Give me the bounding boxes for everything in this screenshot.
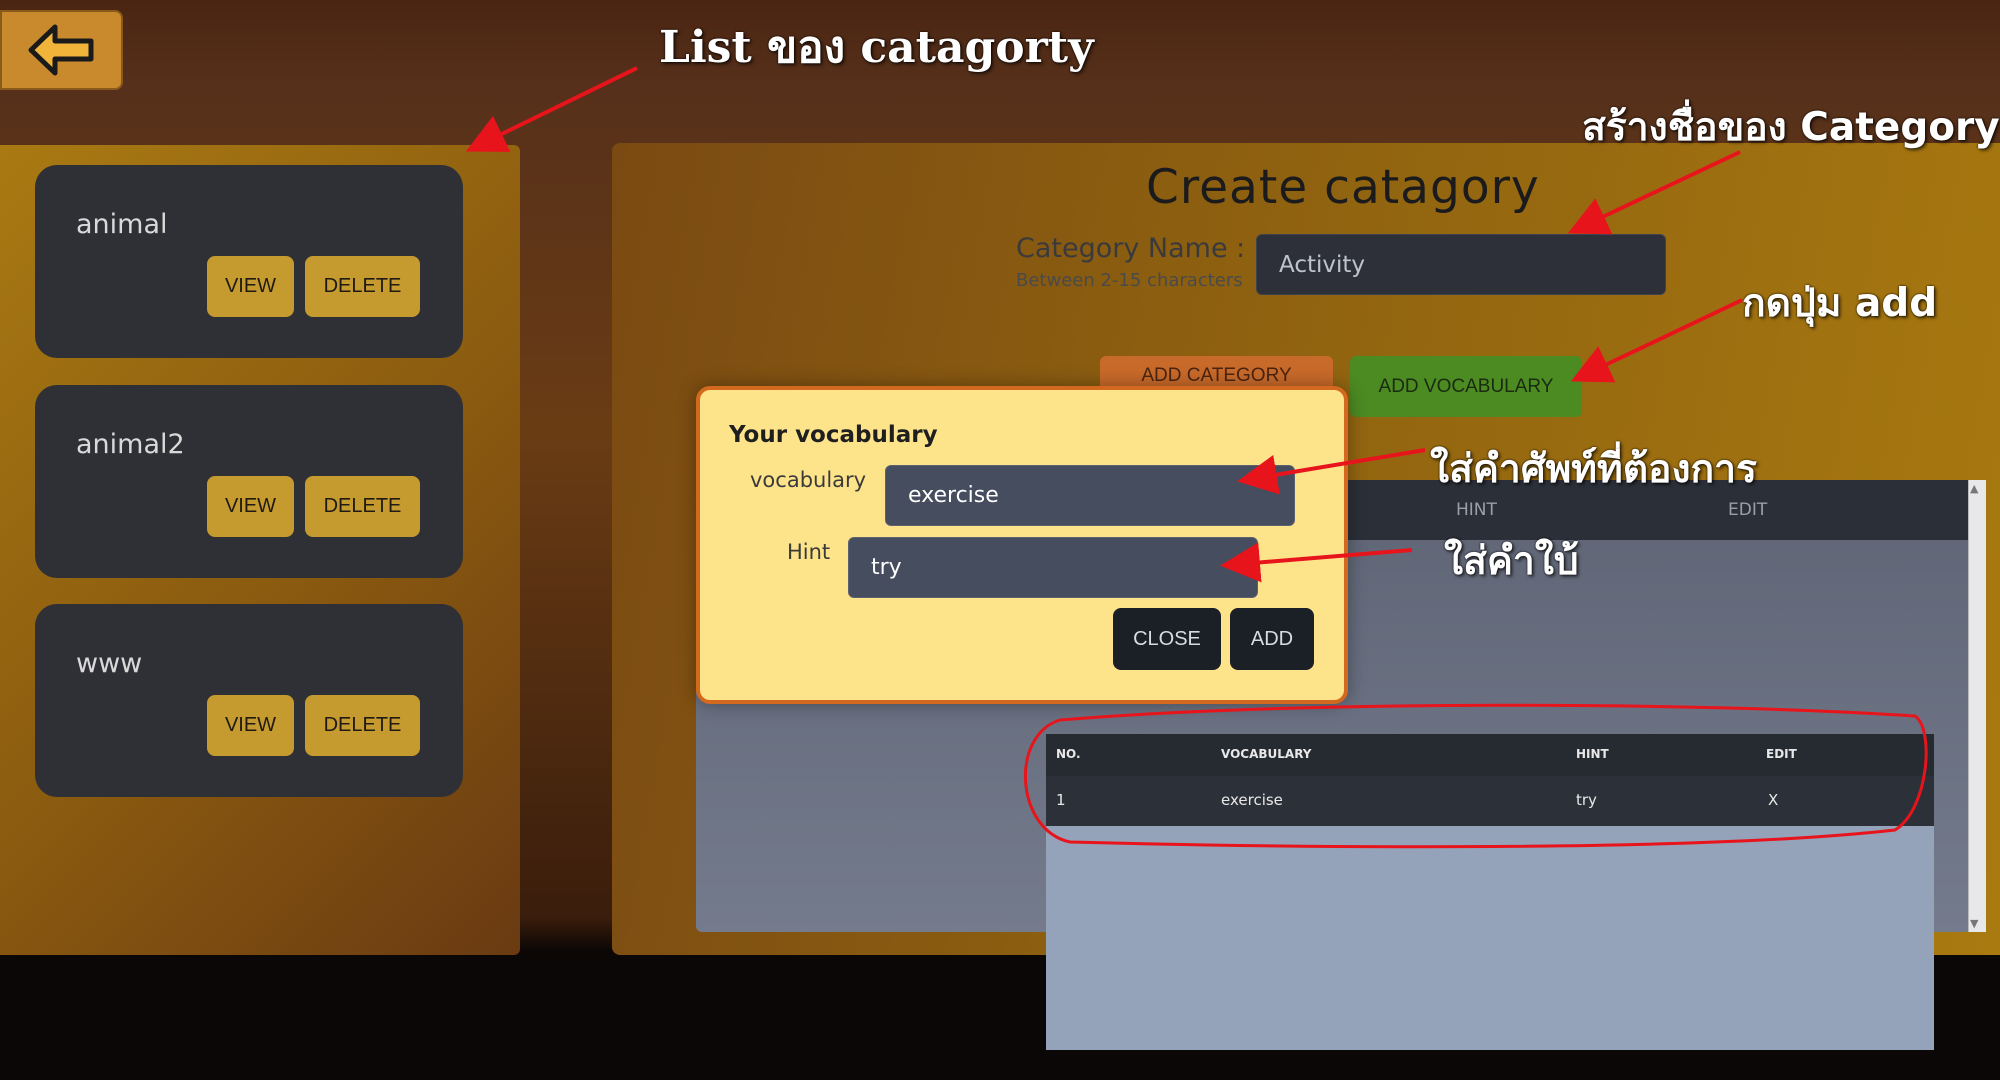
annotation-press-add: กดปุ่ม add: [1742, 281, 1938, 326]
cell-vocabulary: exercise: [1221, 791, 1283, 809]
header-edit: EDIT: [1766, 747, 1797, 761]
arrow-left-icon: [28, 24, 93, 76]
view-button[interactable]: VIEW: [207, 476, 294, 537]
close-button[interactable]: CLOSE: [1113, 608, 1221, 670]
scrollbar[interactable]: [1968, 480, 1986, 932]
table-row: 1 exercise try X: [1046, 776, 1934, 826]
hint-label: Hint: [787, 540, 831, 564]
table-header-edit: EDIT: [1728, 500, 1768, 520]
delete-button[interactable]: DELETE: [305, 476, 420, 537]
view-button[interactable]: VIEW: [207, 695, 294, 756]
delete-button[interactable]: DELETE: [305, 256, 420, 317]
annotation-list-category: List ของ catagorty: [659, 22, 1094, 73]
header-vocabulary: VOCABULARY: [1221, 747, 1312, 761]
category-card: animal2 VIEW DELETE: [35, 385, 463, 578]
category-name: animal2: [76, 429, 185, 460]
add-vocabulary-button[interactable]: ADD VOCABULARY: [1350, 356, 1582, 417]
result-table: NO. VOCABULARY HINT EDIT 1 exercise try …: [1046, 734, 1934, 1050]
annotation-create-name: สร้างชื่อของ Category: [1582, 105, 2000, 150]
modal-title: Your vocabulary: [729, 422, 938, 448]
header-no: NO.: [1056, 747, 1081, 761]
result-table-header: NO. VOCABULARY HINT EDIT: [1046, 734, 1934, 776]
view-button[interactable]: VIEW: [207, 256, 294, 317]
page-title: Create catagory: [1146, 160, 1540, 215]
arrow-to-category-list: [465, 66, 638, 152]
cell-no: 1: [1056, 791, 1066, 809]
category-name-hint: Between 2-15 characters: [1016, 270, 1243, 291]
table-header-hint: HINT: [1456, 500, 1497, 520]
category-name-input[interactable]: [1256, 234, 1666, 295]
category-card: animal VIEW DELETE: [35, 165, 463, 358]
scroll-down-icon[interactable]: ▼: [1970, 917, 1978, 930]
scroll-up-icon[interactable]: ▲: [1970, 482, 1978, 495]
delete-button[interactable]: DELETE: [305, 695, 420, 756]
vocabulary-label: vocabulary: [750, 468, 867, 492]
hint-input[interactable]: [848, 537, 1258, 598]
cell-hint: try: [1576, 791, 1597, 809]
category-name: animal: [76, 209, 168, 240]
category-name-label: Category Name :: [1016, 233, 1246, 264]
category-card: www VIEW DELETE: [35, 604, 463, 797]
header-hint: HINT: [1576, 747, 1609, 761]
annotation-enter-vocab: ใส่คำศัพท์ที่ต้องการ: [1430, 447, 1757, 492]
add-button[interactable]: ADD: [1230, 608, 1314, 670]
vocabulary-input[interactable]: [885, 465, 1295, 526]
category-name: www: [76, 648, 143, 679]
annotation-enter-hint: ใส่คำใบ้: [1444, 539, 1579, 584]
back-button[interactable]: [0, 10, 123, 90]
delete-row-icon[interactable]: X: [1768, 791, 1778, 809]
